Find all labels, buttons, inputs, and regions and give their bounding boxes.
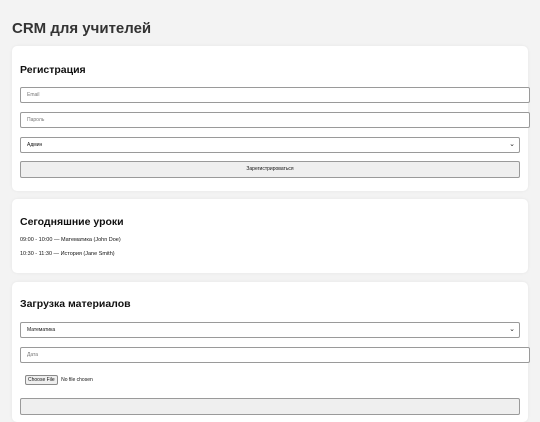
lesson-item: 10:30 - 11:30 — История (Jane Smith) xyxy=(20,251,115,257)
role-select[interactable]: Админ ⌄ xyxy=(20,137,520,153)
register-button[interactable]: Зарегистрироваться xyxy=(20,161,520,178)
page-title: CRM для учителей xyxy=(12,20,152,37)
upload-button[interactable] xyxy=(20,398,520,415)
lessons-card: Сегодняшние уроки 09:00 - 10:00 — Матема… xyxy=(12,199,528,273)
date-placeholder: Дата xyxy=(27,352,39,358)
chevron-down-icon: ⌄ xyxy=(509,326,515,333)
file-upload: Choose File No file chosen xyxy=(25,375,93,385)
registration-card: Регистрация Email Пароль Админ ⌄ Зарегис… xyxy=(12,46,530,191)
lesson-item: 09:00 - 10:00 — Математика (John Doe) xyxy=(20,237,121,243)
registration-title: Регистрация xyxy=(20,64,86,76)
upload-card: Загрузка материалов Математика ⌄ Дата Ch… xyxy=(12,282,530,422)
email-placeholder: Email xyxy=(27,92,40,98)
password-field[interactable]: Пароль xyxy=(20,112,530,128)
file-status: No file chosen xyxy=(61,377,93,383)
date-field[interactable]: Дата xyxy=(20,347,530,363)
email-field[interactable]: Email xyxy=(20,87,530,103)
password-placeholder: Пароль xyxy=(27,117,45,123)
lessons-title: Сегодняшние уроки xyxy=(20,216,124,228)
subject-select[interactable]: Математика ⌄ xyxy=(20,322,520,338)
role-selected-value: Админ xyxy=(27,142,43,148)
chevron-down-icon: ⌄ xyxy=(509,141,515,148)
choose-file-button[interactable]: Choose File xyxy=(25,375,58,385)
upload-title: Загрузка материалов xyxy=(20,298,131,310)
subject-selected-value: Математика xyxy=(27,327,56,333)
